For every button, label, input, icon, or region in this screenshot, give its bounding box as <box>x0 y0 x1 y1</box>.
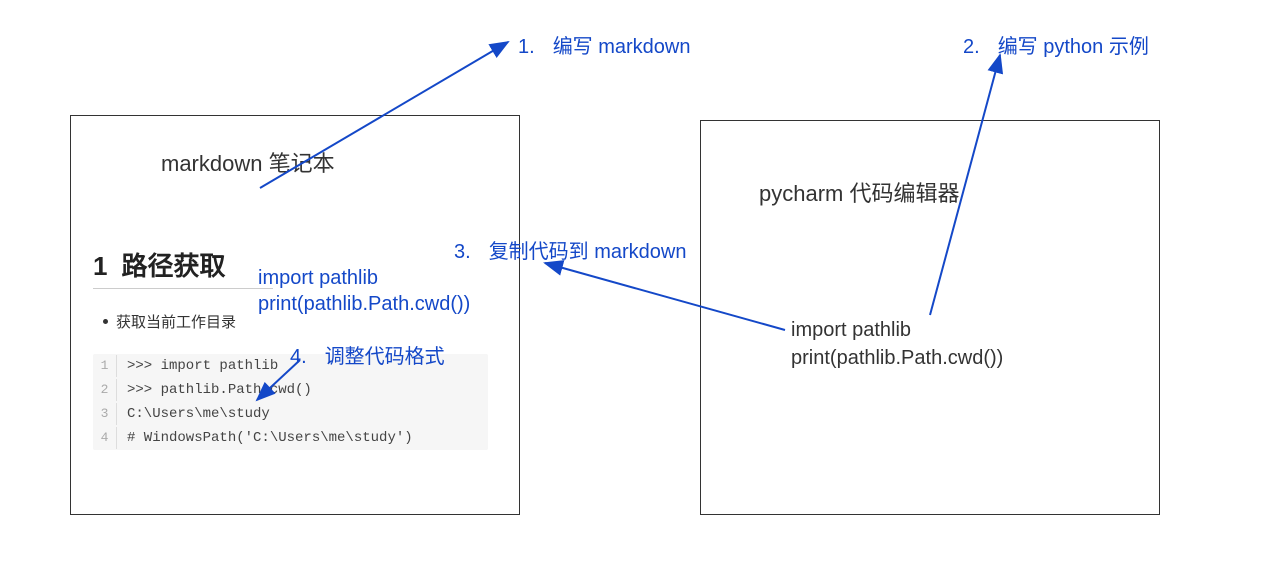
annotation-number: 3. <box>454 241 471 263</box>
code-text: >>> pathlib.Path.cwd() <box>117 379 312 401</box>
bullet-text: 获取当前工作目录 <box>116 311 236 332</box>
annotation-number: 2. <box>963 36 980 58</box>
code-line-number: 3 <box>93 403 117 425</box>
code-line-number: 2 <box>93 379 117 401</box>
pycharm-code: import pathlib print(pathlib.Path.cwd()) <box>791 316 1003 372</box>
annotation-number: 4. <box>290 346 307 368</box>
left-box-title: markdown 笔记本 <box>161 146 335 178</box>
annotation-text: 复制代码到 markdown <box>489 241 687 263</box>
right-box-title: pycharm 代码编辑器 <box>759 176 959 208</box>
heading-rule <box>93 288 273 289</box>
code-text: C:\Users\me\study <box>117 403 270 425</box>
pycharm-code-line: print(pathlib.Path.cwd()) <box>791 344 1003 372</box>
code-line-number: 1 <box>93 355 117 377</box>
section-title: 路径获取 <box>121 246 225 283</box>
annotation-number: 1. <box>518 36 535 58</box>
annotation-4: 4. 调整代码格式 <box>290 340 445 369</box>
bullet-dot-icon <box>103 319 108 324</box>
annotation-3: 3. 复制代码到 markdown <box>454 235 687 264</box>
code-line: 3 C:\Users\me\study <box>93 402 488 426</box>
annotation-code-sample: import pathlib print(pathlib.Path.cwd()) <box>258 265 470 317</box>
pycharm-code-line: import pathlib <box>791 316 1003 344</box>
code-line-number: 4 <box>93 427 117 449</box>
annotation-text: 编写 python 示例 <box>998 36 1149 58</box>
annotation-text: 调整代码格式 <box>325 346 445 368</box>
pycharm-editor-box: pycharm 代码编辑器 import pathlib print(pathl… <box>700 120 1160 515</box>
section-heading: 1 路径获取 <box>93 246 225 283</box>
annotation-1: 1. 编写 markdown <box>518 30 691 59</box>
code-text: >>> import pathlib <box>117 355 278 377</box>
annotation-code-line: import pathlib <box>258 265 470 291</box>
bullet-item: 获取当前工作目录 <box>103 311 236 332</box>
code-text: # WindowsPath('C:\Users\me\study') <box>117 427 413 449</box>
code-line: 4 # WindowsPath('C:\Users\me\study') <box>93 426 488 450</box>
annotation-code-line: print(pathlib.Path.cwd()) <box>258 291 470 317</box>
annotation-2: 2. 编写 python 示例 <box>963 30 1149 59</box>
section-number: 1 <box>93 251 107 282</box>
annotation-text: 编写 markdown <box>553 36 691 58</box>
code-line: 2 >>> pathlib.Path.cwd() <box>93 378 488 402</box>
